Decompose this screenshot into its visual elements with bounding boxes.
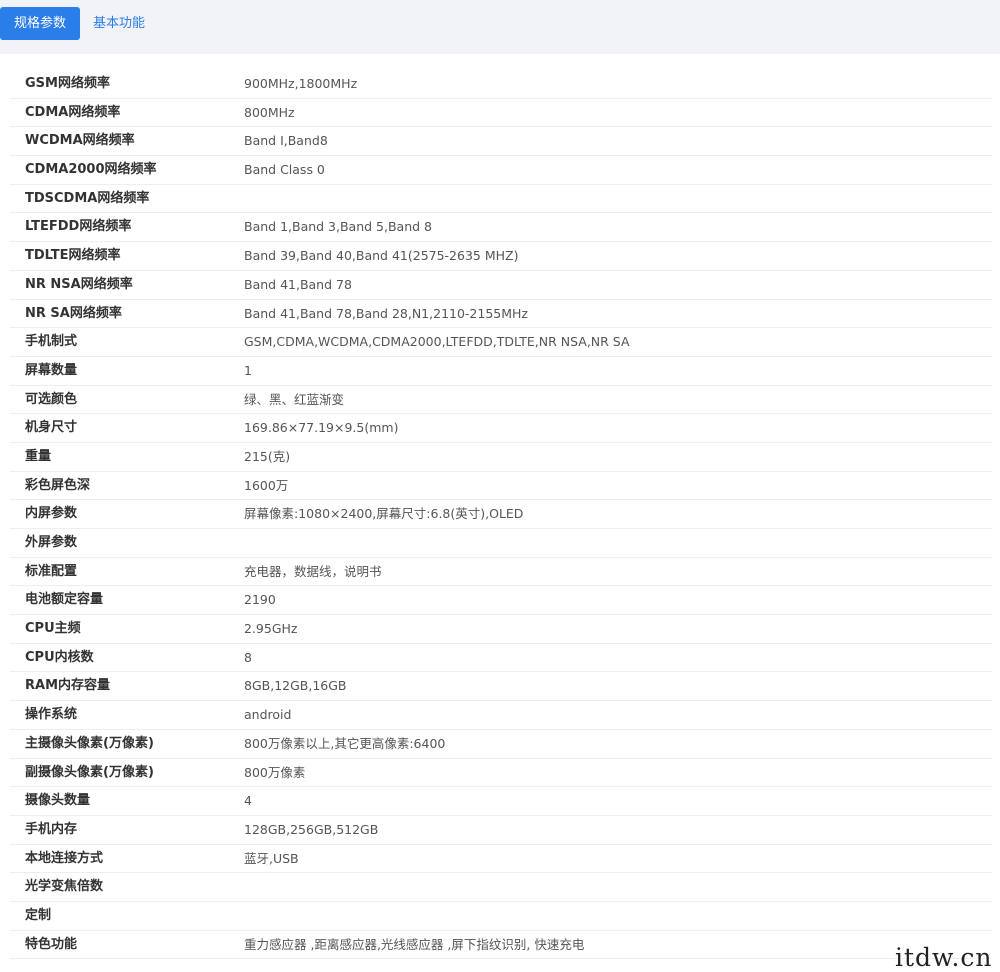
- spec-label: 本地连接方式: [25, 850, 104, 866]
- spec-value: 800万像素: [244, 764, 306, 780]
- spec-row: 手机制式 GSM,CDMA,WCDMA,CDMA2000,LTEFDD,TDLTE…: [10, 328, 992, 357]
- spec-row: 本地连接方式 蓝牙,USB: [10, 845, 992, 874]
- spec-row: 重量 215(克): [10, 443, 992, 472]
- tab-basic-functions[interactable]: 基本功能: [93, 7, 145, 40]
- tab-bar: 规格参数 基本功能: [0, 0, 1000, 54]
- spec-value: Band Class 0: [244, 162, 325, 178]
- spec-label: NR NSA网络频率: [25, 276, 133, 292]
- spec-label: CDMA网络频率: [25, 104, 121, 120]
- spec-value: 2190: [244, 592, 276, 608]
- spec-value: 1600万: [244, 477, 289, 493]
- spec-row: 外屏参数: [10, 529, 992, 558]
- spec-row: CPU内核数 8: [10, 644, 992, 673]
- spec-value: 215(克): [244, 448, 291, 464]
- spec-row: TDLTE网络频率 Band 39,Band 40,Band 41(2575-26…: [10, 242, 992, 271]
- spec-label: CDMA2000网络频率: [25, 162, 157, 178]
- spec-value: 绿、黑、红蓝渐变: [244, 391, 345, 407]
- spec-value: 800MHz: [244, 104, 295, 120]
- spec-row: 光学变焦倍数: [10, 873, 992, 902]
- spec-value: 2.95GHz: [244, 621, 298, 637]
- spec-value: Band 39,Band 40,Band 41(2575-2635 MHZ): [244, 248, 519, 264]
- spec-row: 特色功能 重力感应器 ,距离感应器,光线感应器 ,屏下指纹识别, 快速充电: [10, 931, 992, 960]
- spec-row: 电池额定容量 2190: [10, 586, 992, 616]
- spec-value: 屏幕像素:1080×2400,屏幕尺寸:6.8(英寸),OLED: [244, 506, 524, 522]
- tab-specs[interactable]: 规格参数: [0, 7, 80, 40]
- spec-value: 充电器，数据线，说明书: [244, 563, 382, 579]
- spec-label: NR SA网络频率: [25, 305, 122, 321]
- spec-row: RAM内存容量 8GB,12GB,16GB: [10, 672, 992, 702]
- spec-label: 外屏参数: [25, 535, 78, 550]
- spec-row: 副摄像头像素(万像素) 800万像素: [10, 759, 992, 788]
- spec-label: 特色功能: [25, 936, 78, 952]
- spec-row: CDMA2000网络频率 Band Class 0: [10, 156, 992, 185]
- spec-label: 主摄像头像素(万像素): [25, 735, 154, 751]
- spec-value: 蓝牙,USB: [244, 850, 299, 866]
- watermark-text: itdw.cn: [895, 943, 993, 972]
- spec-label: 屏幕数量: [25, 362, 78, 378]
- spec-row: GSM网络频率 900MHz,1800MHz: [10, 70, 992, 99]
- spec-label: 重量: [25, 448, 52, 464]
- spec-label: CPU主频: [25, 621, 81, 637]
- spec-label: 光学变焦倍数: [25, 879, 104, 895]
- spec-label: GSM网络频率: [25, 76, 110, 91]
- spec-value: 8GB,12GB,16GB: [244, 678, 347, 694]
- spec-value: Band Ⅰ,Band8: [244, 133, 328, 149]
- spec-value: Band 1,Band 3,Band 5,Band 8: [244, 219, 432, 235]
- spec-label: LTEFDD网络频率: [25, 219, 132, 235]
- spec-label: 定制: [25, 907, 52, 923]
- spec-label: CPU内核数: [25, 649, 94, 665]
- spec-row: NR SA网络频率 Band 41,Band 78,Band 28,N1,2110…: [10, 300, 992, 329]
- spec-value: android: [244, 707, 292, 723]
- spec-row: 可选颜色 绿、黑、红蓝渐变: [10, 386, 992, 415]
- spec-value: 4: [244, 793, 252, 809]
- spec-label: 标准配置: [25, 563, 78, 579]
- spec-label: WCDMA网络频率: [25, 133, 135, 149]
- spec-value: 重力感应器 ,距离感应器,光线感应器 ,屏下指纹识别, 快速充电: [244, 936, 585, 952]
- spec-label: 操作系统: [25, 707, 78, 723]
- spec-row: 机身尺寸 169.86×77.19×9.5(mm): [10, 414, 992, 443]
- spec-row: 彩色屏色深 1600万: [10, 472, 992, 501]
- spec-value: GSM,CDMA,WCDMA,CDMA2000,LTEFDD,TDLTE,NR …: [244, 334, 630, 350]
- spec-row: 主摄像头像素(万像素) 800万像素以上,其它更高像素:6400: [10, 730, 992, 759]
- spec-row: 操作系统 android: [10, 701, 992, 730]
- spec-row: 屏幕数量 1: [10, 357, 992, 386]
- spec-table: GSM网络频率 900MHz,1800MHz CDMA网络频率 800MHz WCD…: [10, 70, 992, 960]
- spec-row: CPU主频 2.95GHz: [10, 615, 992, 644]
- spec-label: 内屏参数: [25, 506, 78, 522]
- spec-label: TDLTE网络频率: [25, 248, 121, 264]
- spec-label: 副摄像头像素(万像素): [25, 764, 154, 780]
- spec-value: 169.86×77.19×9.5(mm): [244, 420, 399, 436]
- spec-label: 机身尺寸: [25, 420, 78, 436]
- spec-value: Band 41,Band 78: [244, 276, 352, 292]
- spec-label: 手机内存: [25, 821, 78, 837]
- spec-row: NR NSA网络频率 Band 41,Band 78: [10, 271, 992, 300]
- spec-label: TDSCDMA网络频率: [25, 190, 150, 206]
- spec-value: 8: [244, 649, 252, 665]
- spec-row: 定制: [10, 902, 992, 931]
- spec-value: 900MHz,1800MHz: [244, 76, 358, 91]
- spec-label: 手机制式: [25, 334, 78, 350]
- spec-row: LTEFDD网络频率 Band 1,Band 3,Band 5,Band 8: [10, 213, 992, 243]
- spec-row: 摄像头数量 4: [10, 787, 992, 816]
- spec-label: 摄像头数量: [25, 793, 91, 809]
- spec-row: WCDMA网络频率 Band Ⅰ,Band8: [10, 127, 992, 157]
- spec-label: 彩色屏色深: [25, 477, 91, 493]
- spec-value: 128GB,256GB,512GB: [244, 821, 379, 837]
- spec-value: Band 41,Band 78,Band 28,N1,2110-2155MHz: [244, 305, 528, 321]
- spec-row: CDMA网络频率 800MHz: [10, 99, 992, 128]
- spec-label: 可选颜色: [25, 391, 78, 407]
- spec-value: 1: [244, 362, 252, 378]
- spec-row: 内屏参数 屏幕像素:1080×2400,屏幕尺寸:6.8(英寸),OLED: [10, 500, 992, 529]
- spec-row: 手机内存 128GB,256GB,512GB: [10, 816, 992, 845]
- spec-value: 800万像素以上,其它更高像素:6400: [244, 735, 446, 751]
- spec-row: TDSCDMA网络频率: [10, 185, 992, 214]
- spec-label: 电池额定容量: [25, 592, 104, 608]
- spec-row: 标准配置 充电器，数据线，说明书: [10, 558, 992, 587]
- spec-label: RAM内存容量: [25, 678, 111, 694]
